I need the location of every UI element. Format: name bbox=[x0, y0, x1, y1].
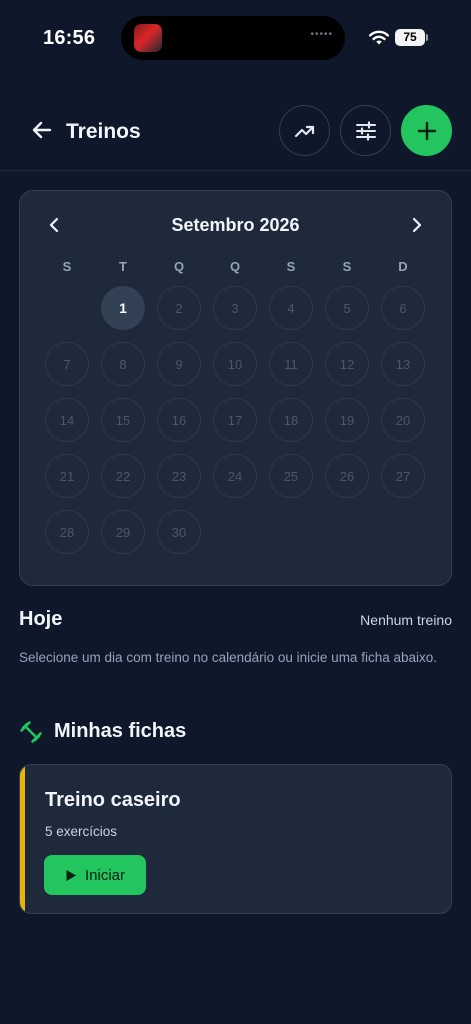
calendar-day[interactable]: 11 bbox=[269, 342, 313, 386]
calendar-day[interactable]: 9 bbox=[157, 342, 201, 386]
wifi-icon bbox=[369, 30, 389, 45]
calendar-day[interactable]: 12 bbox=[325, 342, 369, 386]
plan-accent-bar bbox=[20, 765, 25, 913]
sliders-icon bbox=[355, 120, 376, 141]
calendar-day[interactable]: 2 bbox=[157, 286, 201, 330]
calendar-day[interactable]: 8 bbox=[101, 342, 145, 386]
calendar-day[interactable]: 21 bbox=[45, 454, 89, 498]
play-icon bbox=[66, 869, 76, 881]
plan-name: Treino caseiro bbox=[45, 789, 181, 811]
status-bar: 16:56 ••••• 75 bbox=[0, 0, 471, 76]
calendar-day[interactable]: 5 bbox=[325, 286, 369, 330]
add-button[interactable] bbox=[401, 105, 452, 156]
page-header: Treinos bbox=[0, 104, 471, 160]
weekday-label: S bbox=[286, 259, 296, 274]
page-title: Treinos bbox=[66, 120, 141, 143]
stats-button[interactable] bbox=[279, 105, 330, 156]
calendar-day[interactable]: 13 bbox=[381, 342, 425, 386]
calendar-day[interactable]: 10 bbox=[213, 342, 257, 386]
calendar-day[interactable]: 27 bbox=[381, 454, 425, 498]
weekday-label: T bbox=[119, 259, 127, 274]
today-status: Nenhum treino bbox=[360, 612, 452, 628]
calendar-day[interactable]: 3 bbox=[213, 286, 257, 330]
header-divider bbox=[0, 170, 471, 171]
calendar-day[interactable]: 4 bbox=[269, 286, 313, 330]
weekday-label: Q bbox=[173, 259, 185, 274]
calendar-day[interactable]: 28 bbox=[45, 510, 89, 554]
calendar-day[interactable]: 19 bbox=[325, 398, 369, 442]
calendar-month-label: Setembro 2026 bbox=[171, 215, 300, 235]
workout-plan-card[interactable]: Treino caseiro 5 exercícios Iniciar bbox=[19, 764, 452, 914]
calendar-day-selected[interactable]: 1 bbox=[101, 286, 145, 330]
calendar-day[interactable]: 23 bbox=[157, 454, 201, 498]
dynamic-island: ••••• bbox=[121, 16, 345, 60]
start-workout-button[interactable]: Iniciar bbox=[44, 855, 146, 895]
calendar-day[interactable]: 14 bbox=[45, 398, 89, 442]
plan-exercise-count: 5 exercícios bbox=[45, 824, 118, 839]
battery-level: 75 bbox=[403, 30, 417, 44]
status-time: 16:56 bbox=[43, 27, 96, 49]
calendar-day[interactable]: 17 bbox=[213, 398, 257, 442]
calendar-day[interactable]: 6 bbox=[381, 286, 425, 330]
calendar-day[interactable]: 22 bbox=[101, 454, 145, 498]
today-description: Selecione um dia com treino no calendári… bbox=[19, 650, 437, 665]
today-section-title: Hoje bbox=[19, 608, 63, 630]
calendar-day[interactable]: 7 bbox=[45, 342, 89, 386]
calendar-card: Setembro 2026 S T Q Q S S D 1 2 3 4 5 6 7 8 9 10 11 12 13 14… bbox=[19, 190, 452, 586]
next-month-button[interactable] bbox=[407, 215, 427, 235]
island-dots-icon: ••••• bbox=[310, 29, 333, 40]
weekday-label: Q bbox=[229, 259, 241, 274]
arrow-left-icon[interactable] bbox=[30, 118, 54, 142]
workout-plans-title: Minhas fichas bbox=[54, 720, 187, 742]
start-workout-label: Iniciar bbox=[84, 866, 125, 884]
plus-icon bbox=[417, 121, 436, 140]
battery-indicator: 75 bbox=[395, 29, 428, 46]
calendar-day[interactable]: 25 bbox=[269, 454, 313, 498]
calendar-day[interactable]: 16 bbox=[157, 398, 201, 442]
live-activity-app-icon bbox=[134, 24, 162, 52]
trending-up-icon bbox=[294, 125, 314, 137]
chevron-right-icon bbox=[412, 217, 422, 233]
calendar-day[interactable]: 29 bbox=[101, 510, 145, 554]
weekday-label: D bbox=[398, 259, 408, 274]
calendar-day[interactable]: 30 bbox=[157, 510, 201, 554]
filter-button[interactable] bbox=[340, 105, 391, 156]
dumbbell-icon bbox=[20, 721, 42, 743]
calendar-day[interactable]: 15 bbox=[101, 398, 145, 442]
calendar-day[interactable]: 18 bbox=[269, 398, 313, 442]
calendar-day[interactable]: 24 bbox=[213, 454, 257, 498]
calendar-day[interactable]: 26 bbox=[325, 454, 369, 498]
weekday-label: S bbox=[62, 259, 72, 274]
calendar-day[interactable]: 20 bbox=[381, 398, 425, 442]
weekday-label: S bbox=[342, 259, 352, 274]
